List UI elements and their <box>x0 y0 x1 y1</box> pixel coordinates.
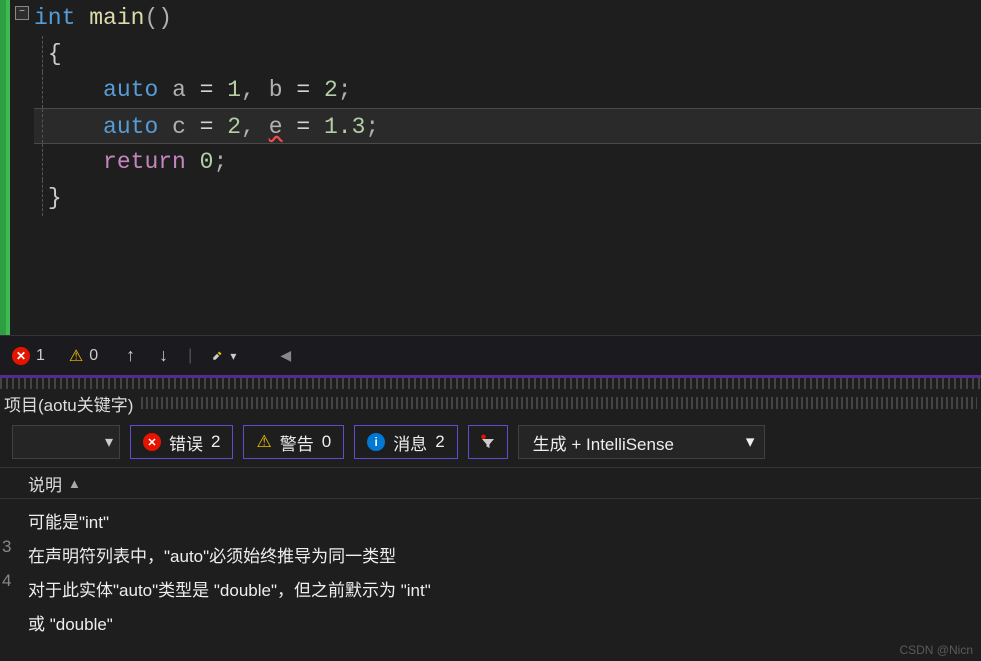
error-count-button[interactable]: ✕ 1 <box>12 347 45 365</box>
warnings-filter-label: 警告 <box>280 430 314 455</box>
row-index: 4 <box>2 571 11 591</box>
build-source-dropdown[interactable]: 生成 + IntelliSense ▾ <box>518 425 766 459</box>
brace-token: } <box>48 185 62 211</box>
panel-header: 项目(aotu关键字) <box>0 389 981 417</box>
watermark-text: CSDN @Nicn <box>899 643 973 657</box>
message-text: 对于此实体"auto"类型是 "double"，但之前默示为 "int" <box>28 576 431 601</box>
chevron-down-icon: ▾ <box>230 349 236 363</box>
message-text: 或 "double" <box>28 610 113 635</box>
list-item[interactable]: 3 在声明符列表中，"auto"必须始终推导为同一类型 <box>0 537 981 571</box>
brush-icon <box>208 347 226 365</box>
info-icon: i <box>367 433 385 451</box>
keyword-token: auto <box>103 77 158 103</box>
errors-filter-count: 2 <box>211 432 220 452</box>
filter-funnel-button[interactable] <box>468 425 508 459</box>
code-line[interactable]: } <box>34 180 981 216</box>
type-token: int <box>34 5 75 31</box>
var-token-error: e <box>269 114 283 140</box>
code-lines[interactable]: int main() { auto a = 1, b = 2; auto c =… <box>34 0 981 335</box>
error-icon: ✕ <box>12 347 30 365</box>
sort-asc-icon: ▲ <box>68 476 81 491</box>
code-line[interactable]: int main() <box>34 0 981 36</box>
var-token: c <box>172 114 186 140</box>
var-token: b <box>269 77 283 103</box>
scroll-left-icon[interactable]: ◀ <box>280 347 291 364</box>
clear-button[interactable]: ▾ <box>208 347 236 365</box>
error-list[interactable]: 可能是"int" 3 在声明符列表中，"auto"必须始终推导为同一类型 4 对… <box>0 499 981 661</box>
paren-open: ( <box>144 5 158 31</box>
code-line-active[interactable]: auto c = 2, e = 1.3; <box>34 108 981 144</box>
warning-icon: ⚠ <box>69 346 83 366</box>
code-line[interactable]: auto a = 1, b = 2; <box>34 72 981 108</box>
num-token: 0 <box>200 149 214 175</box>
gutter: − <box>10 0 34 335</box>
var-token: a <box>172 77 186 103</box>
filter-toolbar: ▾ ✕ 错误 2 ⚠ 警告 0 i 消息 2 生成 + IntelliSense… <box>0 417 981 467</box>
list-item[interactable]: 或 "double" <box>0 605 981 639</box>
warnings-filter-count: 0 <box>322 432 331 452</box>
list-item[interactable]: 可能是"int" <box>0 503 981 537</box>
func-token: main <box>89 5 144 31</box>
warning-count: 0 <box>89 347 98 365</box>
errors-filter-label: 错误 <box>169 430 203 455</box>
separator: | <box>188 347 192 365</box>
fold-toggle-icon[interactable]: − <box>15 6 29 20</box>
nav-down-icon[interactable]: ↓ <box>155 345 172 366</box>
warning-count-button[interactable]: ⚠ 0 <box>69 346 98 366</box>
chevron-down-icon: ▾ <box>105 432 113 452</box>
chevron-down-icon: ▾ <box>746 432 755 452</box>
funnel-icon <box>479 433 497 451</box>
keyword-token: return <box>103 149 186 175</box>
code-line[interactable]: { <box>34 36 981 72</box>
error-count: 1 <box>36 347 45 365</box>
panel-grip[interactable] <box>141 397 977 409</box>
error-list-header[interactable]: 说明 ▲ <box>0 467 981 499</box>
num-token: 1.3 <box>324 114 365 140</box>
errors-filter-button[interactable]: ✕ 错误 2 <box>130 425 233 459</box>
num-token: 1 <box>227 77 241 103</box>
column-description-header: 说明 <box>28 471 62 496</box>
row-index: 3 <box>2 537 11 557</box>
messages-filter-count: 2 <box>435 432 444 452</box>
code-editor[interactable]: − int main() { auto a = 1, b = 2; auto c… <box>0 0 981 335</box>
paren-close: ) <box>158 5 172 31</box>
status-bar: ✕ 1 ⚠ 0 ↑ ↓ | ▾ ◀ <box>0 335 981 375</box>
panel-title: 项目(aotu关键字) <box>4 391 133 416</box>
panel-resize-handle[interactable] <box>0 375 981 389</box>
build-source-label: 生成 + IntelliSense <box>533 430 674 455</box>
project-filter-dropdown[interactable]: ▾ <box>12 425 120 459</box>
brace-token: { <box>48 41 62 67</box>
list-item[interactable]: 4 对于此实体"auto"类型是 "double"，但之前默示为 "int" <box>0 571 981 605</box>
messages-filter-button[interactable]: i 消息 2 <box>354 425 457 459</box>
message-text: 在声明符列表中，"auto"必须始终推导为同一类型 <box>28 542 396 567</box>
keyword-token: auto <box>103 114 158 140</box>
warnings-filter-button[interactable]: ⚠ 警告 0 <box>243 425 344 459</box>
warning-icon: ⚠ <box>256 432 271 452</box>
code-line[interactable]: return 0; <box>34 144 981 180</box>
message-text: 可能是"int" <box>28 508 109 533</box>
error-icon: ✕ <box>143 433 161 451</box>
messages-filter-label: 消息 <box>393 430 427 455</box>
num-token: 2 <box>324 77 338 103</box>
num-token: 2 <box>227 114 241 140</box>
nav-up-icon[interactable]: ↑ <box>122 345 139 366</box>
